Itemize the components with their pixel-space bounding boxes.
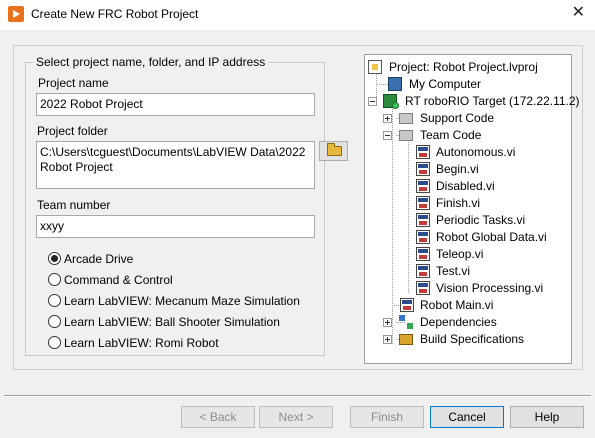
- footer-divider: [4, 395, 591, 397]
- vi-icon: [416, 281, 430, 295]
- project-icon: [368, 60, 382, 74]
- help-button[interactable]: Help: [510, 406, 584, 428]
- next-button[interactable]: Next >: [259, 406, 333, 428]
- vi-icon: [400, 298, 414, 312]
- vi-icon: [416, 145, 430, 159]
- group-legend: Select project name, folder, and IP addr…: [33, 55, 269, 69]
- expand-icon[interactable]: [383, 114, 392, 123]
- vi-icon: [416, 179, 430, 193]
- title-bar: Create New FRC Robot Project ✕: [0, 0, 595, 30]
- close-icon[interactable]: ✕: [572, 4, 585, 22]
- option-label: Arcade Drive: [64, 252, 134, 266]
- radio-button[interactable]: [48, 252, 61, 265]
- vi-icon: [416, 213, 430, 227]
- team-number-label: Team number: [37, 198, 111, 212]
- option-label: Learn LabVIEW: Ball Shooter Simulation: [64, 315, 280, 329]
- vi-icon: [416, 162, 430, 176]
- vi-icon: [416, 196, 430, 210]
- project-folder-input[interactable]: C:\Users\tcguest\Documents\LabVIEW Data\…: [36, 141, 315, 189]
- folder-open-icon: [399, 130, 413, 141]
- vi-icon: [416, 247, 430, 261]
- project-name-input[interactable]: 2022 Robot Project: [36, 93, 315, 116]
- open-folder-icon: [327, 143, 342, 156]
- option-label: Command & Control: [64, 273, 173, 287]
- collapse-icon[interactable]: [368, 97, 377, 106]
- radio-button[interactable]: [48, 315, 61, 328]
- roborio-target-icon: [383, 94, 399, 109]
- window-title: Create New FRC Robot Project: [31, 7, 199, 21]
- vi-icon: [416, 230, 430, 244]
- radio-button[interactable]: [48, 336, 61, 349]
- expand-icon[interactable]: [383, 318, 392, 327]
- option-label: Learn LabVIEW: Mecanum Maze Simulation: [64, 294, 300, 308]
- team-number-input[interactable]: xxyy: [36, 215, 315, 238]
- browse-folder-button[interactable]: [319, 141, 348, 161]
- project-tree[interactable]: Project: Robot Project.lvproj My Compute…: [364, 54, 580, 364]
- radio-button[interactable]: [48, 294, 61, 307]
- option-label: Learn LabVIEW: Romi Robot: [64, 336, 219, 350]
- project-folder-label: Project folder: [37, 124, 108, 138]
- labview-app-icon: [8, 6, 24, 22]
- build-specifications-icon: [399, 334, 413, 345]
- computer-icon: [388, 77, 402, 91]
- project-name-label: Project name: [38, 76, 109, 90]
- main-panel: Select project name, folder, and IP addr…: [13, 45, 583, 370]
- back-button[interactable]: < Back: [181, 406, 255, 428]
- finish-button[interactable]: Finish: [350, 406, 424, 428]
- radio-button[interactable]: [48, 273, 61, 286]
- dependencies-icon: [399, 315, 413, 329]
- folder-icon: [399, 113, 413, 124]
- vi-icon: [416, 264, 430, 278]
- project-settings-group: Select project name, folder, and IP addr…: [25, 55, 348, 356]
- cancel-button[interactable]: Cancel: [430, 406, 504, 428]
- expand-icon[interactable]: [383, 335, 392, 344]
- collapse-icon[interactable]: [383, 131, 392, 140]
